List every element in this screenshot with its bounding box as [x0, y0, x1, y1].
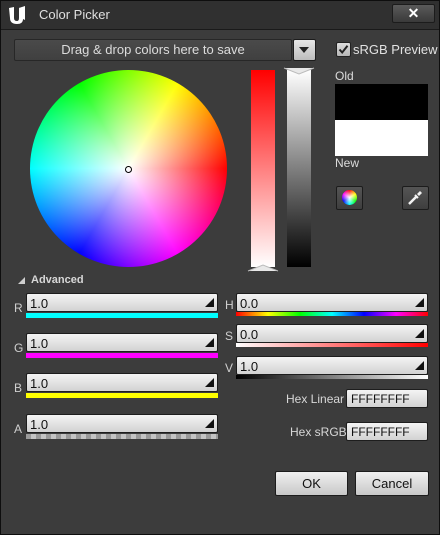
eyedropper-icon [408, 191, 422, 205]
close-button[interactable]: ✕ [392, 4, 435, 23]
color-wheel-mode-button[interactable] [336, 186, 363, 210]
chevron-down-icon [299, 47, 309, 53]
blue-value-field[interactable]: 1.0 [26, 373, 218, 392]
color-palette-drop-zone[interactable]: Drag & drop colors here to save [14, 39, 292, 61]
blue-channel-bar [26, 393, 218, 398]
hex-srgb-field[interactable]: FFFFFFFF [346, 422, 428, 441]
hue-value-text: 0.0 [240, 296, 259, 311]
blue-label: B [14, 381, 23, 395]
new-color-label: New [335, 156, 360, 170]
new-color-swatch [335, 120, 428, 156]
value-value-text: 1.0 [240, 359, 259, 374]
palette-dropdown-button[interactable] [293, 39, 316, 61]
saturation-value-field[interactable]: 0.0 [236, 324, 428, 343]
saturation-label: S [225, 329, 234, 343]
cancel-button[interactable]: Cancel [355, 471, 429, 496]
drag-resize-icon [205, 378, 214, 387]
srgb-preview-checkbox[interactable] [336, 42, 351, 57]
drag-resize-icon [205, 338, 214, 347]
unreal-logo-icon [9, 6, 25, 24]
value-channel-bar [236, 375, 428, 379]
value-slider[interactable] [287, 70, 311, 267]
saturation-slider[interactable] [251, 70, 275, 267]
color-wheel-cursor[interactable] [125, 166, 132, 173]
red-channel-bar [26, 313, 218, 318]
green-value-text: 1.0 [30, 336, 49, 351]
hex-linear-field[interactable]: FFFFFFFF [346, 389, 428, 408]
hue-value-field[interactable]: 0.0 [236, 293, 428, 312]
advanced-collapse-icon[interactable] [18, 277, 25, 284]
advanced-section-header[interactable]: Advanced [31, 274, 84, 286]
green-channel-bar [26, 353, 218, 358]
alpha-label: A [14, 422, 23, 436]
alpha-channel-bar [26, 434, 218, 439]
value-label: V [225, 361, 234, 375]
color-picker-window: Color Picker ✕ Drag & drop colors here t… [0, 0, 440, 535]
blue-value-text: 1.0 [30, 376, 49, 391]
red-value-text: 1.0 [30, 296, 49, 311]
alpha-value-text: 1.0 [30, 417, 49, 432]
red-label: R [14, 301, 23, 315]
saturation-channel-bar [236, 343, 428, 347]
eyedropper-button[interactable] [402, 186, 429, 210]
ok-button[interactable]: OK [275, 471, 348, 496]
saturation-value-text: 0.0 [240, 327, 259, 342]
srgb-preview-label: sRGB Preview [353, 42, 438, 57]
drag-resize-icon [205, 419, 214, 428]
hex-srgb-label: Hex sRGB [290, 425, 347, 439]
drag-resize-icon [205, 298, 214, 307]
drag-resize-icon [415, 329, 424, 338]
hex-linear-label: Hex Linear [286, 392, 345, 406]
window-title: Color Picker [39, 7, 110, 22]
red-value-field[interactable]: 1.0 [26, 293, 218, 312]
title-bar[interactable]: Color Picker ✕ [1, 1, 439, 30]
green-value-field[interactable]: 1.0 [26, 333, 218, 352]
saturation-slider-handle[interactable] [247, 264, 279, 272]
green-label: G [14, 341, 24, 355]
drag-resize-icon [415, 298, 424, 307]
drag-resize-icon [415, 361, 424, 370]
value-value-field[interactable]: 1.0 [236, 356, 428, 375]
hue-channel-bar [236, 312, 428, 316]
checkmark-icon [338, 45, 349, 55]
old-color-label: Old [335, 69, 354, 83]
color-wheel-icon [342, 190, 357, 205]
hue-label: H [225, 298, 234, 312]
alpha-value-field[interactable]: 1.0 [26, 414, 218, 433]
value-slider-handle[interactable] [283, 67, 315, 75]
old-color-swatch [335, 84, 428, 120]
